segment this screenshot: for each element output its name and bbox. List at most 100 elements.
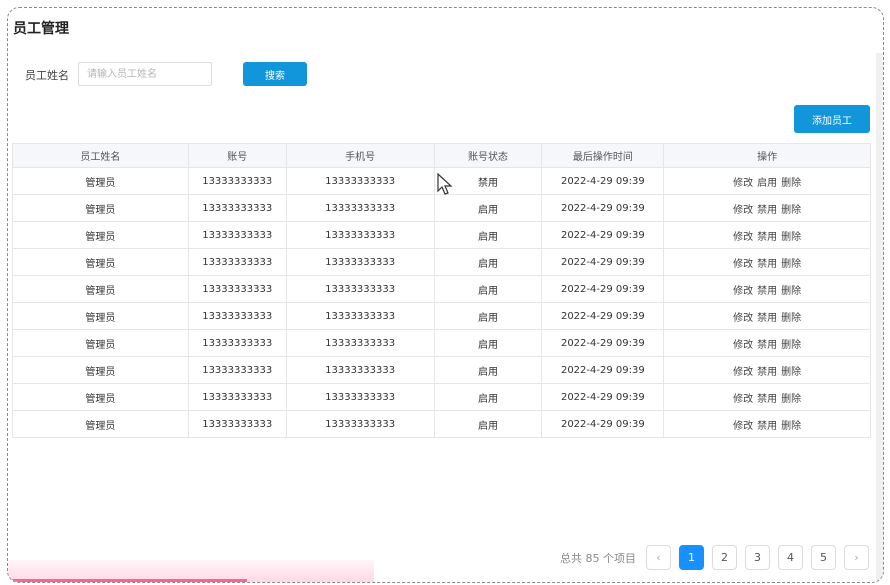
cell-ops: 修改 禁用 删除 (663, 221, 871, 249)
header-cell: 账号 (187, 143, 287, 168)
cell-time: 2022-4-29 09:39 (541, 194, 665, 222)
cell-status: 启用 (433, 275, 543, 303)
page-frame: 员工管理 员工姓名 搜索 添加员工 员工姓名 账号 手机号 账号状态 最后操作时… (7, 7, 884, 583)
table-row: 管理员 13333333333 13333333333 启用 2022-4-29 09:… (12, 221, 871, 249)
toggle-status-link[interactable]: 禁用 (757, 259, 777, 270)
cell-time: 2022-4-29 09:39 (541, 356, 665, 384)
cell-status: 启用 (433, 302, 543, 330)
cell-name: 管理员 (12, 275, 189, 303)
edit-link[interactable]: 修改 (733, 340, 753, 351)
cell-account: 13333333333 (187, 356, 287, 384)
edit-link[interactable]: 修改 (733, 313, 753, 324)
cell-ops: 修改 禁用 删除 (663, 329, 871, 357)
delete-link[interactable]: 删除 (781, 178, 801, 189)
cell-account: 13333333333 (187, 329, 287, 357)
cell-ops: 修改 禁用 删除 (663, 248, 871, 276)
toggle-status-link[interactable]: 禁用 (757, 286, 777, 297)
cell-status: 启用 (433, 248, 543, 276)
cell-phone: 13333333333 (285, 167, 435, 195)
cell-time: 2022-4-29 09:39 (541, 383, 665, 411)
delete-link[interactable]: 删除 (781, 259, 801, 270)
delete-link[interactable]: 删除 (781, 421, 801, 432)
cell-status: 启用 (433, 410, 543, 438)
toggle-status-link[interactable]: 禁用 (757, 394, 777, 405)
header-cell: 操作 (663, 143, 871, 168)
mouse-cursor-icon (437, 173, 453, 195)
edit-link[interactable]: 修改 (733, 286, 753, 297)
cell-name: 管理员 (12, 356, 189, 384)
table-row: 管理员 13333333333 13333333333 启用 2022-4-29 09:… (12, 275, 871, 303)
cell-status: 启用 (433, 194, 543, 222)
header-cell: 员工姓名 (12, 143, 189, 168)
toggle-status-link[interactable]: 禁用 (757, 205, 777, 216)
delete-link[interactable]: 删除 (781, 205, 801, 216)
cell-phone: 13333333333 (285, 410, 435, 438)
toggle-status-link[interactable]: 禁用 (757, 313, 777, 324)
page-title: 员工管理 (13, 21, 69, 37)
cell-phone: 13333333333 (285, 356, 435, 384)
page-button-2[interactable]: 2 (712, 545, 737, 570)
toggle-status-link[interactable]: 禁用 (757, 421, 777, 432)
cell-account: 13333333333 (187, 221, 287, 249)
delete-link[interactable]: 删除 (781, 313, 801, 324)
cell-name: 管理员 (12, 383, 189, 411)
cell-phone: 13333333333 (285, 383, 435, 411)
page-button-4[interactable]: 4 (778, 545, 803, 570)
cell-name: 管理员 (12, 302, 189, 330)
delete-link[interactable]: 删除 (781, 340, 801, 351)
cell-account: 13333333333 (187, 302, 287, 330)
vertical-scrollbar[interactable] (876, 53, 883, 582)
table-row: 管理员 13333333333 13333333333 启用 2022-4-29 09:… (12, 383, 871, 411)
edit-link[interactable]: 修改 (733, 232, 753, 243)
edit-link[interactable]: 修改 (733, 178, 753, 189)
edit-link[interactable]: 修改 (733, 394, 753, 405)
add-employee-button[interactable]: 添加员工 (794, 105, 870, 133)
header-cell: 最后操作时间 (541, 143, 665, 168)
table-row: 管理员 13333333333 13333333333 启用 2022-4-29 09:… (12, 356, 871, 384)
cell-name: 管理员 (12, 194, 189, 222)
cell-ops: 修改 禁用 删除 (663, 302, 871, 330)
delete-link[interactable]: 删除 (781, 367, 801, 378)
cell-name: 管理员 (12, 410, 189, 438)
toggle-status-link[interactable]: 启用 (757, 178, 777, 189)
delete-link[interactable]: 删除 (781, 232, 801, 243)
cell-name: 管理员 (12, 329, 189, 357)
edit-link[interactable]: 修改 (733, 367, 753, 378)
search-label: 员工姓名 (25, 69, 69, 82)
delete-link[interactable]: 删除 (781, 286, 801, 297)
page-button-1[interactable]: 1 (679, 545, 704, 570)
chevron-right-icon[interactable]: › (844, 545, 869, 570)
edit-link[interactable]: 修改 (733, 421, 753, 432)
cell-ops: 修改 禁用 删除 (663, 194, 871, 222)
edit-link[interactable]: 修改 (733, 259, 753, 270)
cell-ops: 修改 禁用 删除 (663, 410, 871, 438)
cell-time: 2022-4-29 09:39 (541, 167, 665, 195)
cell-phone: 13333333333 (285, 194, 435, 222)
cell-account: 13333333333 (187, 275, 287, 303)
page-button-5[interactable]: 5 (811, 545, 836, 570)
cell-time: 2022-4-29 09:39 (541, 302, 665, 330)
pagination: 总共 85 个项目 ‹ 1 2 3 4 5 › (560, 545, 869, 570)
toggle-status-link[interactable]: 禁用 (757, 367, 777, 378)
cell-ops: 修改 启用 删除 (663, 167, 871, 195)
cell-name: 管理员 (12, 248, 189, 276)
table-row: 管理员 13333333333 13333333333 启用 2022-4-29 09:… (12, 302, 871, 330)
toggle-status-link[interactable]: 禁用 (757, 232, 777, 243)
cell-name: 管理员 (12, 167, 189, 195)
table-body: 管理员 13333333333 13333333333 禁用 2022-4-29 09:… (12, 167, 871, 438)
cell-account: 13333333333 (187, 248, 287, 276)
cell-phone: 13333333333 (285, 221, 435, 249)
page-button-3[interactable]: 3 (745, 545, 770, 570)
chevron-left-icon[interactable]: ‹ (646, 545, 671, 570)
delete-link[interactable]: 删除 (781, 394, 801, 405)
cell-status: 启用 (433, 383, 543, 411)
employee-name-search-input[interactable] (78, 62, 212, 86)
cell-account: 13333333333 (187, 410, 287, 438)
toggle-status-link[interactable]: 禁用 (757, 340, 777, 351)
cell-status: 启用 (433, 356, 543, 384)
edit-link[interactable]: 修改 (733, 205, 753, 216)
cell-time: 2022-4-29 09:39 (541, 221, 665, 249)
cell-phone: 13333333333 (285, 248, 435, 276)
search-button[interactable]: 搜索 (243, 62, 307, 86)
table-row: 管理员 13333333333 13333333333 启用 2022-4-29 09:… (12, 410, 871, 438)
